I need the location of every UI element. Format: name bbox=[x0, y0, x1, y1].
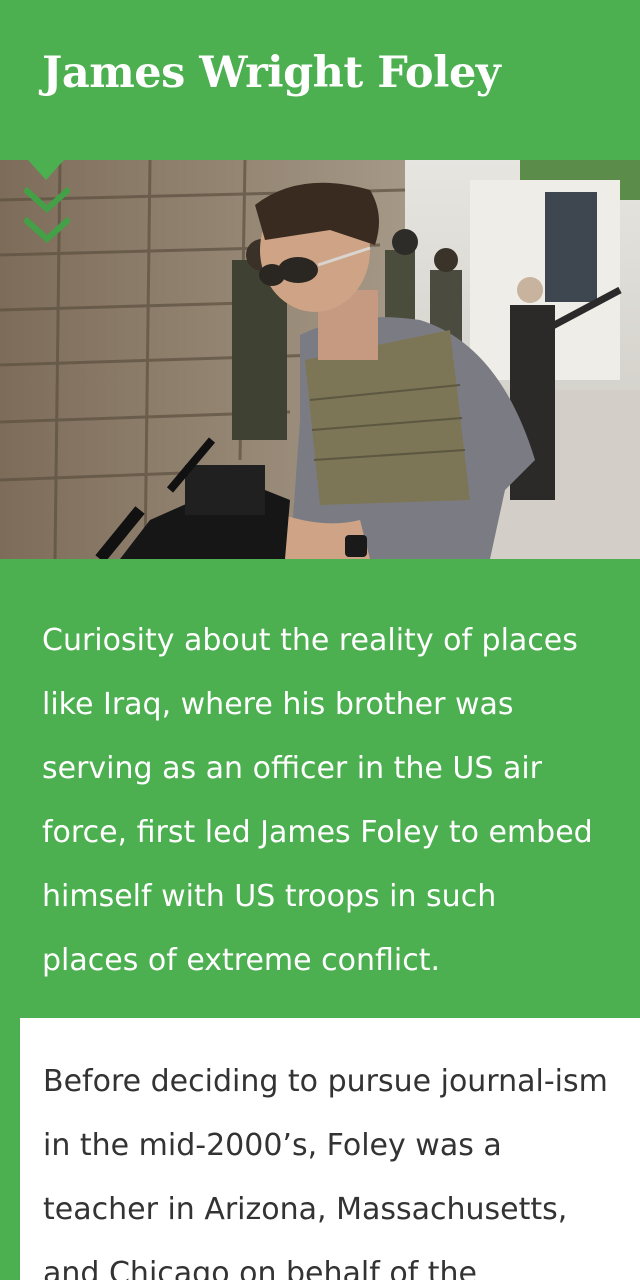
article-header: James Wright Foley bbox=[0, 0, 640, 160]
body-card: Before deciding to pursue journal-ism in… bbox=[20, 1018, 640, 1280]
intro-section: Curiosity about the reality of places li… bbox=[0, 559, 640, 1018]
hero-photo bbox=[0, 160, 640, 559]
article-title: James Wright Foley bbox=[42, 48, 501, 98]
photo-illustration bbox=[0, 160, 640, 559]
intro-paragraph: Curiosity about the reality of places li… bbox=[42, 623, 593, 978]
body-paragraph: Before deciding to pursue journal-ism in… bbox=[43, 1064, 608, 1280]
photo-pointer-tab bbox=[28, 160, 64, 180]
double-chevron-down-icon[interactable] bbox=[22, 185, 72, 249]
